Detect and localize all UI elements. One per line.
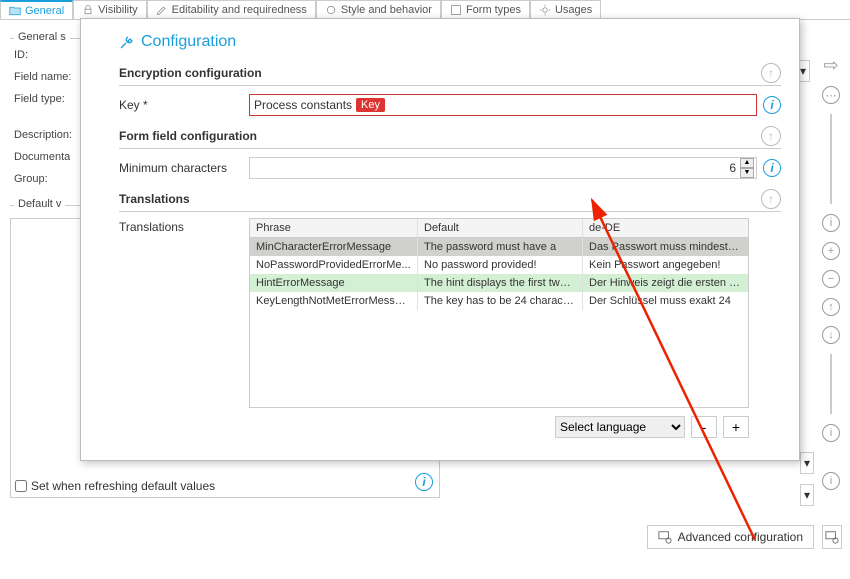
panel-title: Configuration: [119, 33, 781, 51]
select-language[interactable]: Select language: [555, 416, 685, 438]
group-default-label: Default v: [14, 198, 65, 210]
configuration-panel: Configuration Encryption configuration ↑…: [80, 18, 800, 461]
spin-down-button[interactable]: ▼: [740, 168, 754, 178]
table-row[interactable]: NoPasswordProvidedErrorMe... No password…: [250, 256, 748, 274]
advanced-configuration-label: Advanced configuration: [678, 530, 803, 544]
advanced-side-button[interactable]: [822, 525, 842, 549]
translations-label: Translations: [119, 220, 249, 234]
form-icon: [450, 4, 462, 16]
minus-icon[interactable]: −: [822, 270, 840, 288]
checkbox-set-refresh-label: Set when refreshing default values: [31, 479, 215, 493]
gear-icon: [658, 530, 672, 544]
table-row[interactable]: HintErrorMessage The hint displays the f…: [250, 274, 748, 292]
advanced-configuration-button[interactable]: Advanced configuration: [647, 525, 814, 549]
more-icon[interactable]: ⋯: [822, 86, 840, 104]
tab-label: Form types: [466, 4, 521, 16]
collapse-icon[interactable]: ↑: [761, 126, 781, 146]
translations-table: Phrase Default de-DE MinCharacterErrorMe…: [249, 218, 749, 408]
key-input[interactable]: Process constants Key: [249, 94, 757, 116]
tab-label: Usages: [555, 4, 592, 16]
collapse-icon[interactable]: ↑: [761, 189, 781, 209]
pencil-icon: [156, 4, 168, 16]
section-formfield-title: Form field configuration: [119, 129, 257, 143]
gear-icon: [539, 4, 551, 16]
info-icon[interactable]: i: [763, 159, 781, 177]
tab-label: Editability and requiredness: [172, 4, 307, 16]
add-language-button[interactable]: +: [723, 416, 749, 438]
arrow-up-icon[interactable]: ↑: [822, 298, 840, 316]
tab-general[interactable]: General: [0, 0, 73, 19]
palette-icon: [325, 4, 337, 16]
lock-icon: [82, 4, 94, 16]
tab-label: Style and behavior: [341, 4, 432, 16]
key-badge: Key: [356, 98, 385, 112]
tab-editability[interactable]: Editability and requiredness: [147, 0, 316, 19]
plus-icon[interactable]: +: [822, 242, 840, 260]
section-translations-title: Translations: [119, 192, 190, 206]
info-icon[interactable]: i: [822, 214, 840, 232]
col-default[interactable]: Default: [418, 219, 583, 237]
key-label: Key *: [119, 98, 249, 112]
group-general-label: General s: [14, 31, 70, 43]
folder-icon: [9, 5, 21, 17]
key-value-prefix: Process constants: [254, 98, 352, 112]
tab-usages[interactable]: Usages: [530, 0, 601, 19]
info-icon[interactable]: i: [415, 473, 433, 491]
table-row[interactable]: MinCharacterErrorMessage The password mu…: [250, 238, 748, 256]
min-chars-label: Minimum characters: [119, 161, 249, 175]
arrow-down-icon[interactable]: ↓: [822, 326, 840, 344]
tab-label: Visibility: [98, 4, 138, 16]
dropdown-stub[interactable]: ▾: [800, 452, 814, 474]
info-icon[interactable]: i: [822, 424, 840, 442]
table-row[interactable]: KeyLengthNotMetErrorMessage The key has …: [250, 292, 748, 310]
min-chars-input[interactable]: 6 ▲ ▼: [249, 157, 757, 179]
gear-icon: [825, 530, 839, 544]
dropdown-stub[interactable]: ▾: [800, 484, 814, 506]
col-de[interactable]: de-DE: [583, 219, 748, 237]
tab-formtypes[interactable]: Form types: [441, 0, 530, 19]
spin-up-button[interactable]: ▲: [740, 158, 754, 168]
arrow-right-icon[interactable]: ⇨: [823, 55, 838, 76]
col-phrase[interactable]: Phrase: [250, 219, 418, 237]
section-encryption-title: Encryption configuration: [119, 66, 262, 80]
tab-label: General: [25, 5, 64, 17]
tab-style[interactable]: Style and behavior: [316, 0, 441, 19]
checkbox-set-refresh[interactable]: [15, 480, 27, 492]
info-icon[interactable]: i: [763, 96, 781, 114]
info-icon[interactable]: i: [822, 472, 840, 490]
min-chars-value: 6: [725, 161, 740, 175]
collapse-icon[interactable]: ↑: [761, 63, 781, 83]
tools-icon: [119, 34, 135, 50]
tab-visibility[interactable]: Visibility: [73, 0, 147, 19]
remove-language-button[interactable]: -: [691, 416, 717, 438]
